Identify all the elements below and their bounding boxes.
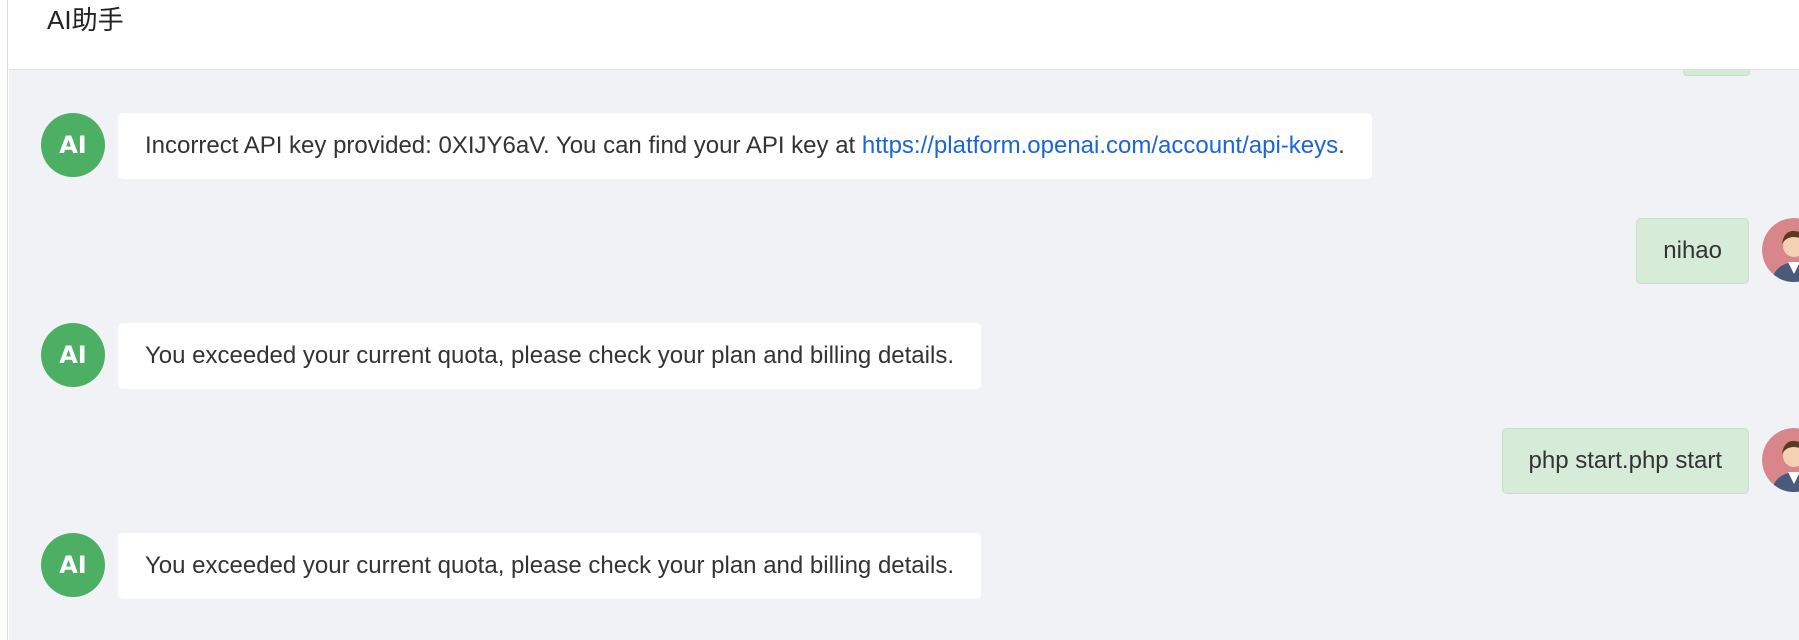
ai-message-text-end: . — [1338, 132, 1345, 159]
ai-avatar: AI — [41, 113, 105, 177]
api-keys-link[interactable]: https://platform.openai.com/account/api-… — [862, 132, 1338, 159]
user-message-bubble: php start.php start — [1501, 428, 1749, 494]
ai-avatar: AI — [41, 533, 105, 597]
user-message-bubble: nihao — [1636, 218, 1749, 284]
user-avatar-icon — [1762, 428, 1799, 492]
message-list[interactable]: AI Incorrect API key provided: 0XIJY6aV.… — [9, 70, 1799, 640]
chat-header: AI助手 — [9, 0, 1799, 70]
user-avatar-icon — [1762, 218, 1799, 282]
user-message-bubble-partial — [1683, 70, 1750, 76]
ai-avatar: AI — [41, 323, 105, 387]
ai-message-bubble: You exceeded your current quota, please … — [118, 533, 981, 599]
page-title: AI助手 — [47, 5, 124, 35]
ai-message-bubble: You exceeded your current quota, please … — [118, 323, 981, 389]
left-panel-border — [0, 0, 8, 640]
ai-message-text: Incorrect API key provided: 0XIJY6aV. Yo… — [145, 132, 862, 159]
ai-message-bubble: Incorrect API key provided: 0XIJY6aV. Yo… — [118, 113, 1372, 179]
